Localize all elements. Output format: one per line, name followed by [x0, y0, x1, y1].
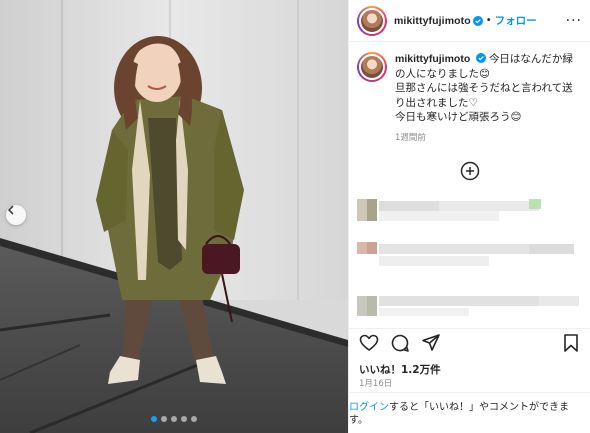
- carousel-indicator: [0, 416, 348, 422]
- caption-line: 今日も寒いけど頑張ろう😊: [395, 111, 522, 123]
- header-separator: •: [485, 15, 492, 26]
- verified-badge-icon: [475, 53, 486, 63]
- carousel-dot: [181, 416, 187, 422]
- caption-timestamp: 1週間前: [395, 132, 426, 143]
- caption-line: 旦那さんには強そうだねと言われて送り出されました♡: [395, 82, 573, 109]
- caption-username[interactable]: mikittyfujimoto: [395, 53, 470, 65]
- comment-icon[interactable]: [390, 333, 410, 353]
- verified-badge-icon: [472, 15, 483, 26]
- bookmark-icon[interactable]: [561, 333, 581, 353]
- chevron-left-icon: [8, 205, 14, 215]
- carousel-dot: [191, 416, 197, 422]
- caption-avatar[interactable]: [357, 52, 387, 82]
- carousel-dot: [171, 416, 177, 422]
- carousel-dot: [151, 416, 157, 422]
- username[interactable]: mikittyfujimoto: [394, 15, 471, 27]
- avatar[interactable]: [357, 5, 387, 36]
- post-side-panel: mikittyfujimoto • フォロー ··· mikittyfujimo…: [348, 0, 590, 433]
- carousel-dot: [161, 416, 167, 422]
- photo-scene: [0, 0, 348, 433]
- carousel-prev-button[interactable]: [6, 205, 26, 225]
- post-photo: [0, 0, 348, 433]
- action-bar: [349, 328, 590, 356]
- load-more-comments: [349, 161, 590, 181]
- more-options-button[interactable]: ···: [566, 13, 582, 29]
- like-count[interactable]: いいね！1.2万件: [359, 362, 441, 377]
- plus-circle-icon[interactable]: [460, 161, 480, 181]
- caption: mikittyfujimoto 今日はなんだか緑の人になりました😊 旦那さんには…: [349, 42, 590, 145]
- login-link[interactable]: ログイン: [349, 402, 389, 413]
- login-prompt: ログインすると「いいね！」やコメントができます。: [349, 392, 590, 427]
- post-header: mikittyfujimoto • フォロー ···: [349, 0, 590, 42]
- post-date: 1月16日: [359, 379, 393, 389]
- follow-button[interactable]: フォロー: [495, 13, 537, 28]
- blurred-comment: [349, 195, 590, 225]
- blurred-comment: [349, 290, 590, 320]
- blurred-comment: [349, 240, 590, 270]
- heart-icon[interactable]: [359, 333, 379, 353]
- caption-body: mikittyfujimoto 今日はなんだか緑の人になりました😊 旦那さんには…: [395, 52, 582, 145]
- share-icon[interactable]: [421, 333, 441, 353]
